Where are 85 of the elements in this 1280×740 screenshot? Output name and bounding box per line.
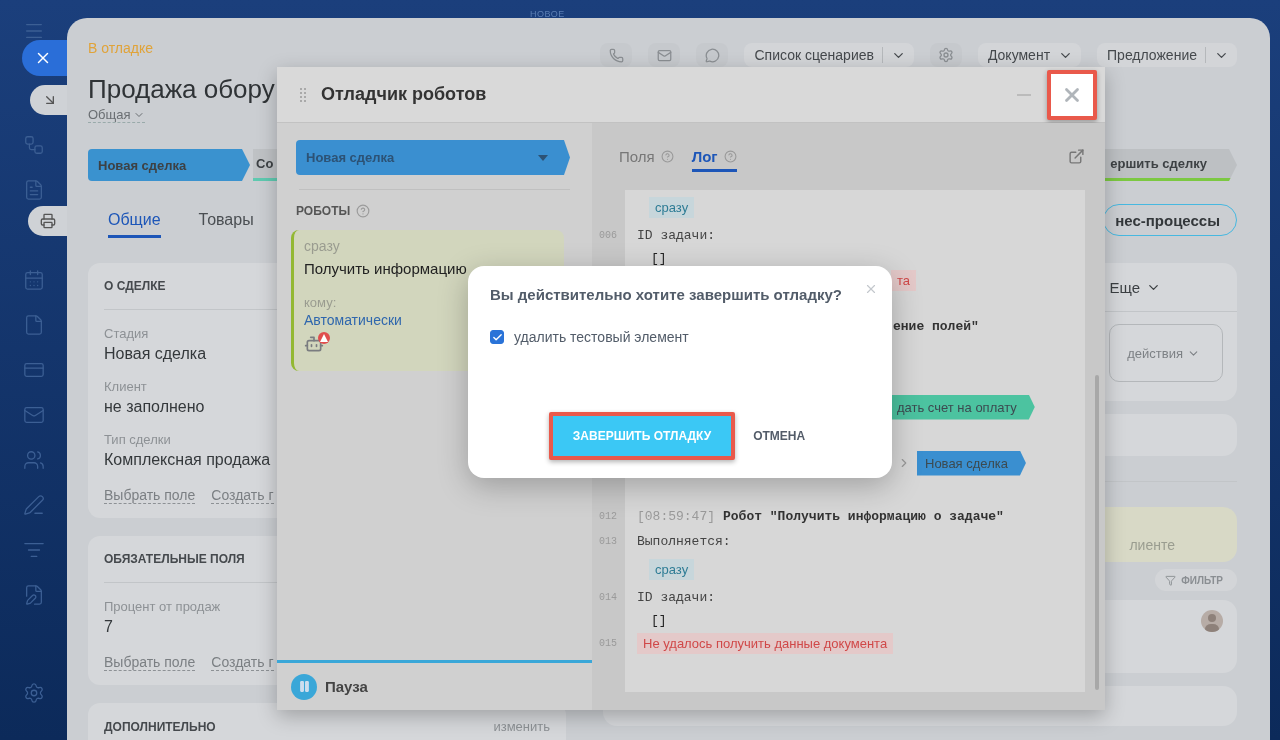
hint-text: лиенте	[1129, 537, 1175, 553]
field-value: 7	[104, 618, 113, 636]
field-link[interactable]: Выбрать поле	[104, 654, 196, 671]
deal-title: Продажа обору	[88, 74, 275, 105]
caret-icon	[538, 154, 548, 161]
toolbar-dropdown[interactable]: Документ	[977, 43, 1082, 67]
collapse-button[interactable]	[30, 85, 67, 115]
log-text: ID задачи:	[637, 589, 715, 605]
log-title: ение полей"	[893, 318, 979, 334]
avatar	[1201, 610, 1223, 632]
robots-heading: РОБОТЫ	[296, 204, 351, 218]
log-error: та	[891, 269, 917, 291]
workflow-icon[interactable]	[22, 134, 45, 156]
pause-label: Пауза	[325, 678, 368, 695]
window-title: Отладчик роботов	[321, 84, 487, 105]
pause-button[interactable]	[291, 673, 317, 700]
external-link-icon[interactable]	[1068, 148, 1085, 165]
check-icon	[491, 331, 503, 343]
field-value: Новая сделка	[104, 345, 207, 363]
robot-timing: сразу	[304, 238, 341, 254]
printer-icon	[40, 213, 56, 229]
recipient-link[interactable]: Автоматически	[304, 312, 402, 328]
pen-icon[interactable]	[22, 494, 45, 516]
field-link[interactable]: Выбрать поле	[104, 487, 196, 504]
log-text: Выполняется:	[637, 533, 731, 549]
mail-icon[interactable]	[648, 43, 681, 67]
log-tab[interactable]: Поля	[619, 141, 674, 172]
field-link[interactable]: Создать г	[211, 487, 274, 504]
log-tab[interactable]: Лог	[691, 141, 737, 172]
close-button[interactable]	[1047, 69, 1097, 120]
calendar-icon[interactable]	[22, 269, 45, 291]
checkbox[interactable]	[490, 330, 504, 344]
log-text: ID задачи:	[637, 227, 715, 243]
field-value: Комплексная продажа	[104, 451, 271, 469]
new-label: НОВОЕ	[530, 9, 565, 19]
close-button[interactable]	[22, 40, 67, 76]
category-dropdown[interactable]: Общая	[88, 107, 145, 123]
field-label: Тип сделки	[104, 432, 171, 447]
log-tag: сразу	[649, 558, 695, 580]
section-title: ДОПОЛНИТЕЛЬНО	[104, 719, 216, 734]
settings-icon[interactable]	[22, 682, 45, 704]
stage-step[interactable]: Новая сделка	[88, 149, 250, 181]
log-tag: сразу	[649, 196, 695, 218]
field-label: Стадия	[104, 326, 149, 341]
deal-status: В отладке	[88, 40, 154, 56]
field-label: Клиент	[104, 379, 147, 394]
section-title: ОБЯЗАТЕЛЬНЫЕ ПОЛЯ	[104, 552, 245, 566]
chat-icon[interactable]	[696, 43, 729, 67]
stage-dropdown[interactable]: Новая сделка	[296, 140, 570, 175]
log-value: []	[651, 612, 667, 628]
cancel-button[interactable]: ОТМЕНА	[747, 428, 812, 444]
edit-link[interactable]: изменить	[493, 719, 550, 734]
stage-tag: дать счет на оплату	[889, 394, 1035, 420]
robot-name: Получить информацию	[304, 260, 468, 277]
deal-tab[interactable]: Товары	[198, 202, 254, 238]
log-title: Робот "Получить информацию о задаче"	[723, 508, 1004, 524]
field-value: не заполнено	[104, 398, 205, 416]
mail-icon[interactable]	[22, 404, 45, 426]
settings-icon[interactable]	[929, 43, 962, 67]
help-icon	[723, 149, 737, 163]
stage-tag: Новая сделка	[917, 450, 1026, 476]
dialog-close-button[interactable]	[864, 282, 878, 296]
log-error: Не удалось получить данные документа	[637, 632, 894, 654]
filter-button[interactable]: ФИЛЬТР	[1155, 569, 1237, 591]
help-icon[interactable]	[356, 204, 371, 218]
field-link[interactable]: Создать г	[211, 654, 274, 671]
close-icon	[864, 282, 878, 296]
pause-icon	[297, 680, 311, 693]
phone-icon[interactable]	[600, 43, 633, 67]
log-value: []	[651, 250, 667, 266]
field-label: Процент от продаж	[104, 599, 221, 614]
help-icon	[660, 149, 674, 163]
deal-tab[interactable]: Общие	[108, 202, 161, 238]
print-button[interactable]	[28, 206, 67, 236]
users-icon[interactable]	[22, 449, 45, 471]
more-dropdown[interactable]: Еще	[1109, 263, 1161, 311]
stage-step[interactable]: ершить сделку	[1103, 149, 1237, 181]
actions-dropdown[interactable]: действия	[1109, 324, 1223, 382]
section-title: О СДЕЛКЕ	[104, 279, 166, 293]
drag-handle-icon[interactable]	[299, 86, 307, 103]
log-time: [08:59:47]	[637, 508, 715, 524]
toolbar-dropdown[interactable]: Список сценариев	[744, 43, 914, 67]
toolbar-dropdown[interactable]: Предложение	[1097, 43, 1237, 67]
stage-step[interactable]: Со	[253, 149, 277, 181]
filter-icon	[1165, 574, 1177, 586]
